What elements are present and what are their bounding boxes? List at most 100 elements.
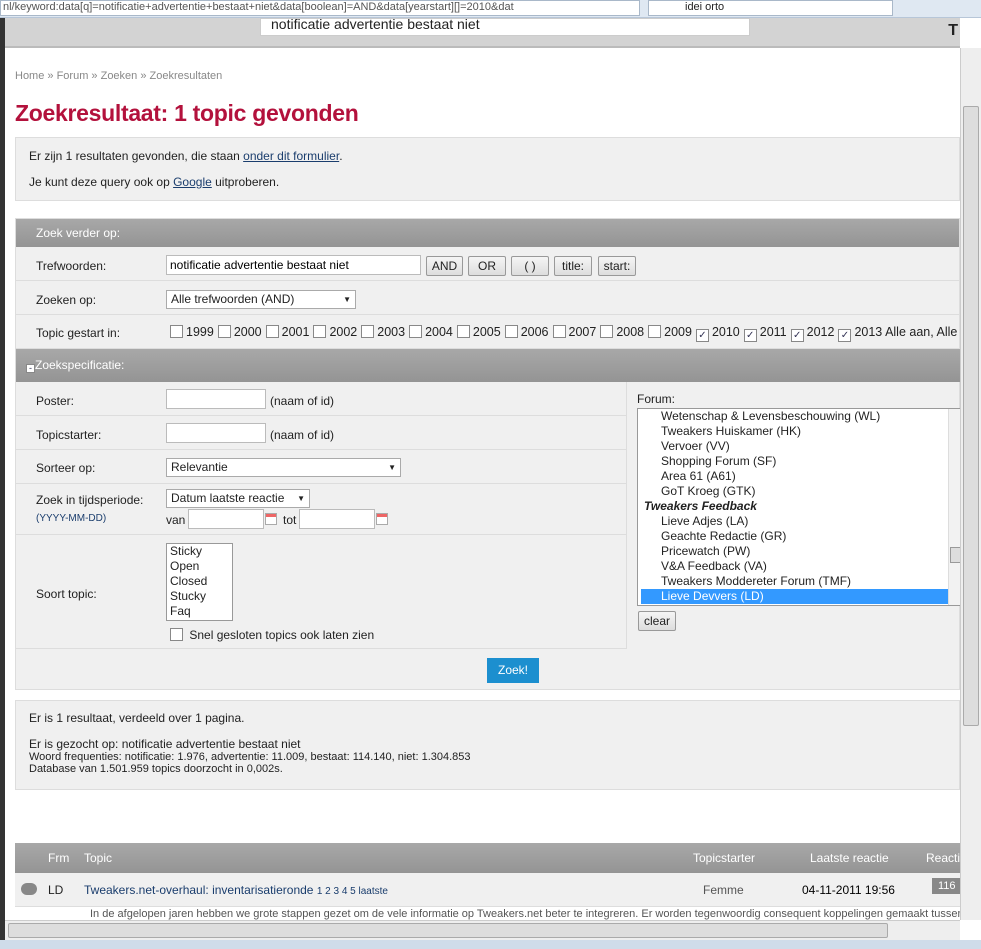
site-search-input[interactable]: notificatie advertentie bestaat niet	[260, 17, 750, 36]
and-button[interactable]: AND	[426, 256, 463, 276]
submit-button[interactable]: Zoek!	[487, 658, 539, 683]
year-label: 2001	[281, 325, 310, 339]
year-checkbox-2012[interactable]: ✓	[790, 329, 804, 342]
start-button[interactable]: start:	[598, 256, 636, 276]
window-frame	[0, 940, 981, 949]
sort-select[interactable]: Relevantie	[166, 458, 401, 477]
year-checkbox-1999[interactable]	[170, 325, 183, 338]
spec-title: Zoekspecificatie:	[35, 358, 125, 372]
closed-label: Snel gesloten topics ook laten zien	[189, 628, 375, 642]
forum-option[interactable]: Tweakers Huiskamer (HK)	[641, 424, 962, 439]
year-checkbox-2006[interactable]	[504, 325, 518, 338]
year-label: 2004	[425, 325, 453, 339]
crumb-forum[interactable]: Forum	[57, 70, 89, 82]
calendar-icon[interactable]	[265, 513, 277, 525]
topic-pages[interactable]: 1 2 3 4 5 laatste	[317, 886, 388, 897]
form-link[interactable]: onder dit formulier	[243, 149, 339, 163]
topic-type-option[interactable]: Open	[167, 559, 232, 574]
site-header: notificatie advertentie bestaat niet T	[5, 17, 960, 48]
topic-type-option[interactable]: Stucky	[167, 589, 232, 604]
title-button[interactable]: title:	[554, 256, 592, 276]
parentheses-button[interactable]: ( )	[511, 256, 549, 276]
col-last-reply[interactable]: Laatste reactie	[810, 851, 889, 865]
form-bar: Zoek verder op:	[16, 219, 959, 247]
year-checkbox-2005[interactable]	[456, 325, 470, 338]
collapse-icon[interactable]: -	[26, 364, 35, 373]
google-link[interactable]: Google	[173, 175, 212, 189]
reply-count-badge[interactable]: 116	[932, 878, 962, 894]
starter-input[interactable]	[166, 423, 266, 443]
year-checkbox-2013[interactable]: ✓	[838, 329, 852, 342]
browser-search[interactable]: idei orto	[648, 0, 893, 16]
topic-type-option[interactable]: Faq	[167, 604, 232, 619]
forum-list[interactable]: Wetenschap & Levensbeschouwing (WL) Tweak…	[637, 408, 963, 606]
years-toggle[interactable]: Alle aan, Alle	[885, 325, 957, 339]
forum-option[interactable]: Vervoer (VV)	[641, 439, 962, 454]
forum-option[interactable]: Tweakers Moddereter Forum (TMF)	[641, 574, 962, 589]
year-checkbox-2001[interactable]	[265, 325, 279, 338]
crumb-search[interactable]: Zoeken	[101, 70, 138, 82]
year-checkbox-2009[interactable]	[648, 325, 662, 338]
to-date-input[interactable]	[299, 509, 375, 529]
forum-label: Forum:	[637, 392, 676, 406]
searchon-select[interactable]: Alle trefwoorden (AND)	[166, 290, 356, 309]
clear-button[interactable]: clear	[638, 611, 676, 631]
row-forum[interactable]: LD	[48, 883, 63, 897]
forum-option[interactable]: Wetenschap & Levensbeschouwing (WL)	[641, 409, 962, 424]
year-checkbox-2010[interactable]: ✓	[695, 329, 709, 342]
forum-option[interactable]: Shopping Forum (SF)	[641, 454, 962, 469]
col-topic[interactable]: Topic	[84, 851, 112, 865]
col-replies[interactable]: Reacti	[926, 851, 960, 865]
topic-link[interactable]: Tweakers.net-overhaul: inventarisatieron…	[84, 883, 313, 897]
closed-checkbox[interactable]	[170, 628, 183, 641]
to-label: tot	[283, 513, 297, 527]
hscroll-thumb[interactable]	[8, 923, 888, 938]
left-edge	[0, 18, 5, 949]
keywords-input[interactable]	[166, 255, 421, 275]
year-checkbox-2003[interactable]	[361, 325, 375, 338]
sort-label: Sorteer op:	[36, 461, 96, 475]
or-button[interactable]: OR	[468, 256, 506, 276]
forum-option[interactable]: Tweakers Feedback	[641, 499, 962, 514]
forum-option[interactable]: Lieve Devvers (LD)	[641, 589, 962, 604]
year-checkbox-2002[interactable]	[313, 325, 327, 338]
year-checkbox-2011[interactable]: ✓	[743, 329, 757, 342]
year-label: 2008	[616, 325, 645, 339]
year-checkbox-2004[interactable]	[409, 325, 423, 338]
from-date-input[interactable]	[188, 509, 264, 529]
crumb-current: Zoekresultaten	[149, 70, 223, 82]
poster-input[interactable]	[166, 389, 266, 409]
year-label: 2012	[806, 325, 835, 339]
topic-type-option[interactable]: Sticky	[167, 544, 232, 559]
year-checkbox-2000[interactable]	[217, 325, 231, 338]
last-reply[interactable]: 04-11-2011 19:56	[802, 883, 895, 897]
searchon-label: Zoeken op:	[36, 293, 97, 307]
calendar-icon[interactable]	[376, 513, 388, 525]
forum-option[interactable]: GoT Kroeg (GTK)	[641, 484, 962, 499]
year-label: 2011	[759, 325, 787, 339]
vertical-scrollbar[interactable]	[960, 48, 981, 920]
forum-option[interactable]: Lieve Adjes (LA)	[641, 514, 962, 529]
year-label: 2000	[233, 325, 262, 339]
forum-option[interactable]: V&A Feedback (VA)	[641, 559, 962, 574]
closed-checkbox-row[interactable]: Snel gesloten topics ook laten zien	[166, 628, 374, 642]
year-label: 1999	[186, 325, 214, 339]
forum-option[interactable]: Pricewatch (PW)	[641, 544, 962, 559]
year-checkbox-2007[interactable]	[552, 325, 566, 338]
col-topicstarter[interactable]: Topicstarter	[693, 851, 755, 865]
forum-option[interactable]: Area 61 (A61)	[641, 469, 962, 484]
scroll-thumb[interactable]	[963, 106, 979, 726]
year-checkbox-2008[interactable]	[600, 325, 614, 338]
browser-bar: nl/keyword:data[q]=notificatie+advertent…	[0, 0, 981, 18]
forum-option[interactable]: Geachte Redactie (GR)	[641, 529, 962, 544]
period-format: (YYYY-MM-DD)	[36, 513, 107, 524]
topic-type-list[interactable]: Sticky Open Closed Stucky Faq	[166, 543, 233, 621]
topic-type-option[interactable]: Closed	[167, 574, 232, 589]
horizontal-scrollbar[interactable]	[5, 920, 960, 940]
crumb-home[interactable]: Home	[15, 70, 44, 82]
info-text: uitproberen.	[211, 175, 280, 189]
topic-starter[interactable]: Femme	[703, 883, 744, 897]
period-select[interactable]: Datum laatste reactie	[166, 489, 310, 508]
spec-bar[interactable]: - Zoekspecificatie:	[16, 349, 961, 382]
address-bar[interactable]: nl/keyword:data[q]=notificatie+advertent…	[0, 0, 640, 16]
